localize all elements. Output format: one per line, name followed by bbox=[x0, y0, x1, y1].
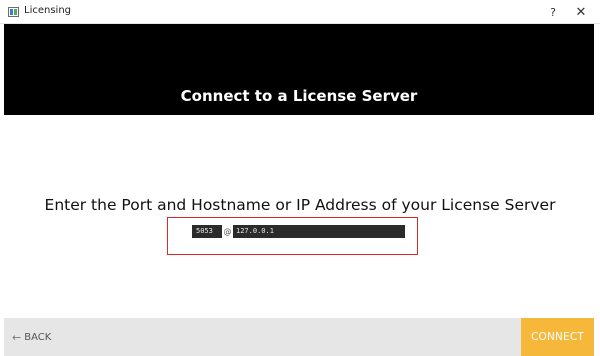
page-title: Connect to a License Server bbox=[180, 87, 418, 105]
help-button[interactable]: ? bbox=[538, 0, 568, 24]
port-input[interactable]: 5053 bbox=[192, 225, 222, 238]
window-title: Licensing bbox=[24, 5, 72, 16]
back-label: BACK bbox=[24, 331, 52, 343]
arrow-left-icon: ← bbox=[12, 330, 22, 344]
footer-bar: ← BACK CONNECT bbox=[4, 318, 594, 356]
connect-button[interactable]: CONNECT bbox=[521, 318, 594, 356]
back-button[interactable]: ← BACK bbox=[12, 328, 51, 346]
close-button[interactable]: ✕ bbox=[566, 0, 596, 24]
at-separator: @ bbox=[223, 227, 232, 236]
hostname-input[interactable]: 127.0.0.1 bbox=[233, 225, 405, 238]
title-bar: Licensing ? ✕ bbox=[0, 0, 600, 24]
header-banner: Connect to a License Server bbox=[4, 24, 594, 115]
instruction-text: Enter the Port and Hostname or IP Addres… bbox=[44, 196, 556, 214]
app-icon bbox=[8, 7, 19, 17]
